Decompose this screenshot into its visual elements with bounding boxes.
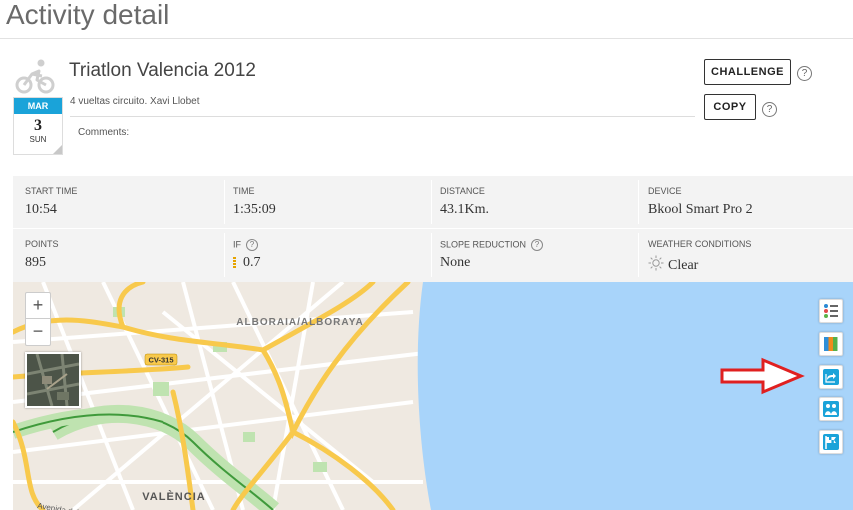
stat-time: TIME 1:35:09 — [221, 176, 428, 228]
stat-start-time: START TIME 10:54 — [13, 176, 224, 228]
zoom-out-button[interactable]: − — [26, 319, 50, 344]
date-month: MAR — [14, 98, 62, 114]
stat-label: WEATHER CONDITIONS — [648, 239, 752, 249]
stat-value-wrap: 0.7 — [233, 255, 261, 271]
cycling-icon — [15, 59, 55, 94]
date-weekday: SUN — [29, 135, 47, 144]
compare-icon — [823, 401, 839, 417]
challenge-button[interactable]: CHALLENGE — [704, 59, 791, 85]
satellite-view-button[interactable] — [25, 352, 81, 408]
stat-value: None — [440, 255, 471, 270]
slope-help-icon[interactable]: ? — [531, 239, 544, 251]
sun-icon — [648, 255, 664, 271]
zoom-in-button[interactable]: + — [26, 293, 50, 319]
satellite-thumbnail-icon — [26, 353, 80, 407]
copy-button[interactable]: COPY — [704, 94, 756, 120]
copy-help-icon[interactable]: ? — [762, 102, 777, 117]
stat-label: DEVICE — [648, 186, 682, 196]
stat-value: Clear — [668, 258, 699, 273]
stat-value: 10:54 — [25, 202, 57, 217]
color-mode-button[interactable] — [819, 332, 843, 356]
zoom-control: + − — [25, 292, 51, 346]
stat-label: START TIME — [25, 186, 78, 196]
share-icon — [823, 369, 839, 385]
map-canvas[interactable]: CV-315 ALBORAIA/ALBORAYA VALÈNCIA Avenid… — [13, 282, 853, 510]
road-label: CV-315 — [148, 356, 173, 365]
colors-icon — [824, 337, 838, 351]
challenge-help-icon[interactable]: ? — [797, 66, 812, 81]
stat-points: POINTS 895 — [13, 229, 224, 281]
flag-icon — [823, 434, 839, 450]
activity-title[interactable]: Triatlon Valencia 2012 — [69, 60, 256, 82]
comments-label[interactable]: Comments: — [78, 127, 129, 138]
page-curl-icon — [53, 145, 62, 154]
legend-toggle-button[interactable] — [819, 299, 843, 323]
sea — [417, 282, 853, 510]
stats-panel: START TIME 10:54 TIME 1:35:09 DISTANCE 4… — [13, 176, 853, 282]
stat-label: TIME — [233, 186, 255, 196]
place-label-alboraia: ALBORAIA/ALBORAYA — [236, 317, 363, 328]
stat-slope-reduction: SLOPE REDUCTION? None — [428, 229, 635, 281]
finish-flag-button[interactable] — [819, 430, 843, 454]
if-help-icon[interactable]: ? — [246, 239, 258, 251]
stat-label-wrap: SLOPE REDUCTION? — [440, 239, 544, 251]
legend-icon — [824, 304, 838, 318]
place-label-valencia: VALÈNCIA — [142, 490, 205, 503]
stat-value: 0.7 — [243, 255, 261, 270]
stat-value: 895 — [25, 255, 46, 270]
route-map[interactable]: CV-315 ALBORAIA/ALBORAYA VALÈNCIA Avenid… — [13, 282, 853, 510]
compare-button[interactable] — [819, 397, 843, 421]
stat-label: DISTANCE — [440, 186, 485, 196]
stat-device: DEVICE Bkool Smart Pro 2 — [636, 176, 846, 228]
if-level-icon — [233, 256, 236, 269]
stat-label-wrap: IF? — [233, 239, 258, 251]
description-divider — [70, 116, 695, 117]
stat-if: IF? 0.7 — [221, 229, 428, 281]
date-badge: MAR 3 SUN — [13, 97, 63, 155]
stat-value: 43.1Km. — [440, 202, 489, 217]
date-day: 3 — [34, 117, 42, 134]
page-title: Activity detail — [6, 0, 170, 30]
share-button[interactable] — [819, 365, 843, 389]
stat-value: 1:35:09 — [233, 202, 276, 217]
stat-value: Bkool Smart Pro 2 — [648, 202, 753, 217]
stat-label: POINTS — [25, 239, 59, 249]
stat-value-wrap: Clear — [648, 255, 698, 274]
stat-label: SLOPE REDUCTION — [440, 239, 527, 250]
stat-label: IF — [233, 239, 241, 250]
title-divider — [0, 38, 853, 39]
stat-weather: WEATHER CONDITIONS Clear — [636, 229, 846, 281]
stat-distance: DISTANCE 43.1Km. — [428, 176, 635, 228]
activity-description: 4 vueltas circuito. Xavi Llobet — [70, 96, 200, 107]
